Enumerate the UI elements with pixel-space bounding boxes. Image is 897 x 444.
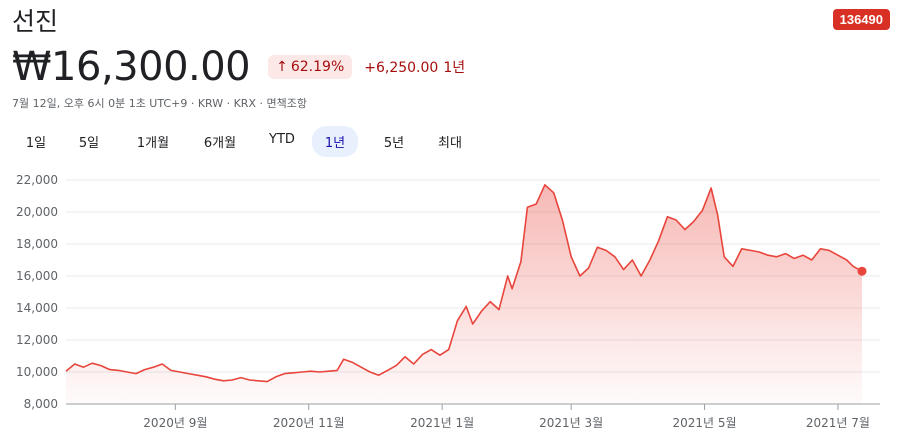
y-tick-label: 22,000 [16, 173, 58, 187]
x-tick-label: 2021년 7월 [806, 416, 870, 430]
x-tick-label: 2021년 3월 [539, 416, 603, 430]
y-tick-label: 12,000 [16, 333, 58, 347]
x-tick-label: 2020년 9월 [143, 416, 207, 430]
y-tick-label: 10,000 [16, 365, 58, 379]
x-tick-label: 2021년 1월 [410, 416, 474, 430]
x-tick-label: 2021년 5월 [673, 416, 737, 430]
y-tick-label: 16,000 [16, 269, 58, 283]
y-tick-label: 14,000 [16, 301, 58, 315]
x-tick-label: 2020년 11월 [273, 416, 345, 430]
y-axis-labels: 8,000 10,000 12,000 14,000 16,000 18,000 20,00… [16, 173, 58, 411]
y-tick-label: 8,000 [24, 397, 58, 411]
price-chart[interactable]: 8,000 10,000 12,000 14,000 16,000 18,000 20,00… [0, 0, 897, 444]
x-axis: 2020년 9월 2020년 11월 2021년 1월 2021년 3월 2021년 5… [143, 404, 870, 430]
price-area [66, 184, 862, 404]
current-price-dot [857, 266, 867, 276]
y-tick-label: 20,000 [16, 205, 58, 219]
y-tick-label: 18,000 [16, 237, 58, 251]
